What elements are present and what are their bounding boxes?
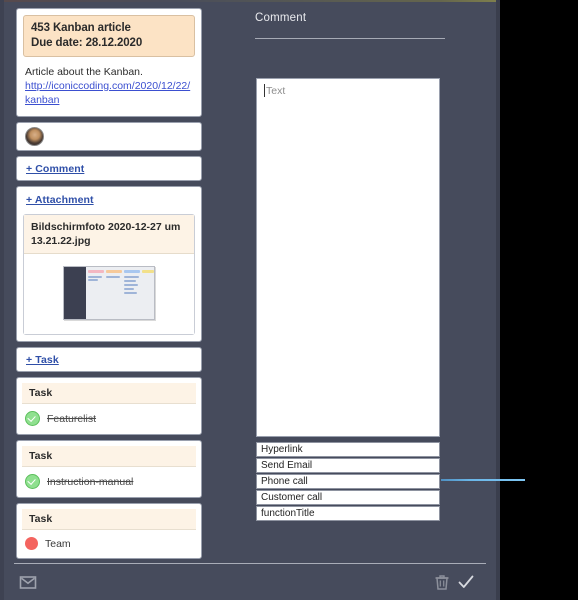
description-link[interactable]: http://iconiccoding.com/2020/12/22/kanba… — [25, 79, 193, 107]
add-comment-row[interactable]: + Comment — [16, 156, 202, 181]
text-caret — [264, 84, 265, 97]
task-row[interactable]: Task Featurelist — [16, 377, 202, 435]
check-icon[interactable] — [456, 572, 476, 592]
card-title: 453 Kanban article — [31, 22, 131, 34]
function-list: Hyperlink Send Email Phone call Customer… — [256, 442, 440, 522]
panel-top-edge — [0, 0, 500, 2]
task-content: Featurelist — [17, 404, 201, 434]
panel-left-edge — [0, 0, 4, 600]
list-item[interactable]: Phone call — [256, 474, 440, 489]
list-item[interactable]: Customer call — [256, 490, 440, 505]
screenshot-thumbnail-icon[interactable] — [63, 266, 155, 320]
members-section — [16, 122, 202, 151]
toolbar-divider — [14, 563, 486, 564]
trash-icon[interactable] — [432, 572, 452, 592]
panel-right-edge — [496, 0, 500, 600]
comment-divider — [255, 38, 445, 39]
envelope-icon[interactable] — [18, 572, 38, 592]
add-task-row[interactable]: + Task — [16, 347, 202, 372]
list-item[interactable]: functionTitle — [256, 506, 440, 521]
add-attachment-row[interactable]: + Attachment — [17, 187, 201, 212]
list-item[interactable]: Send Email — [256, 458, 440, 473]
task-label: Team — [45, 537, 71, 550]
card-detail-scroll-column[interactable]: 453 Kanban article Due date: 28.12.2020 … — [16, 8, 208, 560]
attachment-thumbnail-wrap — [24, 254, 194, 334]
task-content: Instruction-manual — [17, 467, 201, 497]
task-group-label: Task — [22, 509, 196, 530]
app-root: 453 Kanban article Due date: 28.12.2020 … — [0, 0, 578, 600]
description-text: Article about the Kanban. — [25, 66, 143, 78]
add-comment-link[interactable]: + Comment — [26, 163, 84, 175]
avatar[interactable] — [25, 127, 44, 146]
add-attachment-link[interactable]: + Attachment — [26, 194, 94, 206]
check-circle-icon[interactable] — [25, 411, 40, 426]
task-group-label: Task — [22, 446, 196, 467]
attachment-filename: Bildschirmfoto 2020-12-27 um 13.21.22.jp… — [24, 215, 194, 254]
task-row[interactable]: Task Team — [16, 503, 202, 559]
task-label: Featurelist — [47, 412, 97, 425]
bottom-toolbar — [0, 566, 500, 600]
card-description: Article about the Kanban. http://iconicc… — [17, 57, 201, 116]
task-label: Instruction-manual — [47, 475, 134, 488]
card-due-date: Due date: 28.12.2020 — [31, 37, 143, 49]
attachment-section: + Attachment Bildschirmfoto 2020-12-27 u… — [16, 186, 202, 342]
comment-placeholder: Text — [264, 84, 286, 97]
comment-heading: Comment — [255, 12, 307, 24]
task-content: Team — [17, 530, 201, 558]
thumbnail-sidebar — [64, 267, 86, 319]
connector-line — [441, 479, 525, 481]
thumbnail-content — [86, 267, 154, 319]
card-title-box: 453 Kanban article Due date: 28.12.2020 — [23, 15, 195, 57]
attachment-item[interactable]: Bildschirmfoto 2020-12-27 um 13.21.22.jp… — [23, 214, 195, 335]
comment-input[interactable]: Text — [256, 78, 440, 437]
list-item[interactable]: Hyperlink — [256, 442, 440, 457]
task-group-label: Task — [22, 383, 196, 404]
task-row[interactable]: Task Instruction-manual — [16, 440, 202, 498]
add-task-link[interactable]: + Task — [26, 354, 59, 366]
red-dot-icon[interactable] — [25, 537, 38, 550]
check-circle-icon[interactable] — [25, 474, 40, 489]
card-header-section: 453 Kanban article Due date: 28.12.2020 … — [16, 8, 202, 117]
